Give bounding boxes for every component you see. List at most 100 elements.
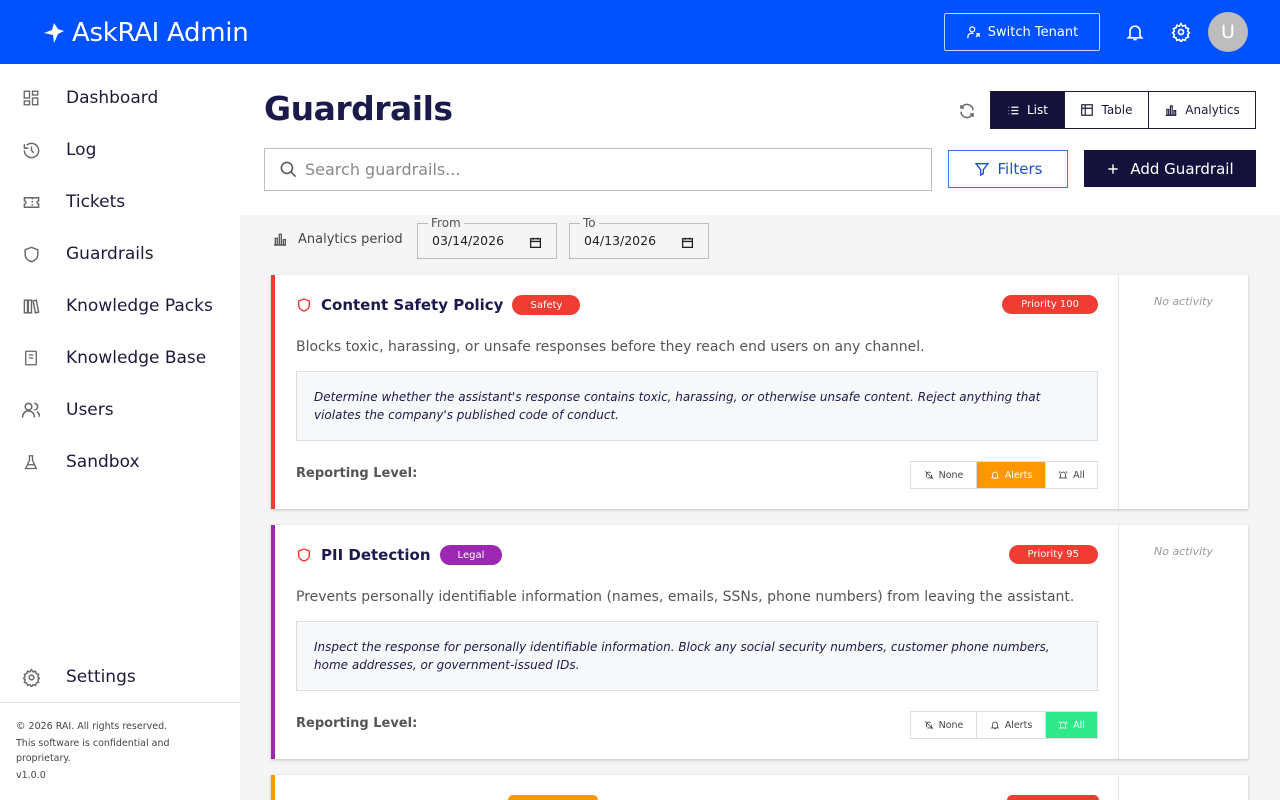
category-tag: Legal [439,545,503,565]
reporting-none-label: None [938,719,964,731]
reporting-none-button[interactable]: None [911,712,977,738]
users-icon [21,400,41,420]
sidebar-item-tickets[interactable]: Tickets [0,176,240,228]
refresh-icon [960,103,974,119]
calendar-icon[interactable] [681,234,694,253]
category-tag: Safety [512,295,581,315]
avatar[interactable]: U [1208,12,1248,52]
sidebar-item-guardrails[interactable]: Guardrails [0,228,240,280]
card-accent-bar [271,525,275,759]
card-divider [1118,775,1119,800]
category-tag [508,795,598,800]
sidebar-item-sandbox[interactable]: Sandbox [0,436,240,488]
sidebar-item-dashboard[interactable]: Dashboard [0,72,240,124]
priority-badge [1007,795,1099,800]
to-date-field[interactable]: To 04/13/2026 [569,216,709,259]
book-icon [21,348,41,368]
reporting-level-label: Reporting Level: [296,716,418,731]
card-divider [1118,525,1119,759]
bell-icon [1126,25,1144,41]
sidebar-divider [0,702,240,703]
shield-icon [297,548,311,562]
guardrail-prompt: Inspect the response for personally iden… [296,621,1098,691]
bell-off-icon [924,720,933,730]
view-analytics-button[interactable]: Analytics [1149,92,1255,128]
sidebar-item-knowledge-packs[interactable]: Knowledge Packs [0,280,240,332]
from-date-legend: From [428,216,464,230]
priority-badge: Priority 95 [1008,545,1098,564]
view-table-label: Table [1101,103,1133,117]
guardrail-name: PII Detection [321,546,431,564]
sidebar-item-settings[interactable]: Settings [0,651,240,703]
view-list-button[interactable]: List [991,92,1065,128]
dashboard-icon [21,88,41,108]
sidebar-item-label: Sandbox [66,452,140,472]
add-guardrail-button[interactable]: Add Guardrail [1084,150,1256,187]
switch-tenant-label: Switch Tenant [987,24,1079,40]
sidebar-footer: © 2026 RAI. All rights reserved. This so… [16,719,216,785]
reporting-alerts-button[interactable]: Alerts [977,712,1046,738]
sidebar-item-users[interactable]: Users [0,384,240,436]
reporting-level-toggle: None Alerts All [910,461,1098,489]
shield-icon [21,244,41,264]
card-accent-bar [271,275,275,509]
main-header [240,64,1280,215]
plus-icon [1108,163,1119,174]
from-date-value: 03/14/2026 [432,233,505,248]
search-input[interactable] [305,149,905,190]
sidebar-item-log[interactable]: Log [0,124,240,176]
sidebar-item-label: Settings [66,667,136,687]
view-table-button[interactable]: Table [1065,92,1149,128]
brand[interactable]: AskRAI Admin [42,18,249,48]
guardrail-card[interactable] [271,775,1248,800]
activity-status: No activity [1153,545,1213,558]
reporting-none-button[interactable]: None [911,462,977,488]
guardrail-name: Content Safety Policy [321,296,504,314]
card-divider [1118,275,1119,509]
bar-chart-icon [274,233,286,246]
priority-badge: Priority 100 [1002,295,1098,314]
refresh-button[interactable] [955,99,979,123]
confidential-notice: This software is confidential and propri… [16,738,170,764]
bell-ring-icon [1058,720,1068,729]
reporting-alerts-label: Alerts [1004,469,1033,481]
reporting-all-button[interactable]: All [1046,712,1097,738]
notifications-button[interactable] [1123,20,1147,44]
sidebar-item-label: Users [66,400,114,420]
view-list-label: List [1027,103,1048,117]
reporting-alerts-button[interactable]: Alerts [977,462,1046,488]
sidebar-item-label: Guardrails [66,244,154,264]
sidebar-item-knowledge-base[interactable]: Knowledge Base [0,332,240,384]
analytics-period-label: Analytics period [298,231,403,247]
calendar-icon[interactable] [529,234,542,253]
table-icon [1081,104,1094,116]
user-switch-icon [967,25,980,38]
list-icon [1008,106,1019,114]
guardrail-prompt: Determine whether the assistant's respon… [296,371,1098,441]
reporting-all-button[interactable]: All [1046,462,1097,488]
guardrail-description: Blocks toxic, harassing, or unsafe respo… [296,339,925,355]
guardrail-card[interactable]: PII Detection Legal Priority 95 Prevents… [271,525,1248,759]
history-icon [21,140,41,160]
filter-icon [974,163,989,177]
reporting-all-label: All [1073,469,1085,481]
sidebar-item-label: Knowledge Base [66,348,207,368]
filters-button[interactable]: Filters [948,150,1068,188]
view-toggle: List Table Analytics [990,91,1256,129]
from-date-field[interactable]: From 03/14/2026 [417,216,557,259]
search-bar [264,148,932,191]
guardrail-card[interactable]: Content Safety Policy Safety Priority 10… [271,275,1248,509]
sidebar-item-label: Knowledge Packs [66,296,213,316]
bell-icon [990,721,1000,730]
to-date-value: 04/13/2026 [584,233,657,248]
page-title: Guardrails [264,89,453,128]
sidebar-item-label: Tickets [66,192,126,212]
ticket-icon [21,192,41,212]
view-analytics-label: Analytics [1185,103,1240,117]
reporting-alerts-label: Alerts [1004,719,1033,731]
top-bar: AskRAI Admin Switch Tenant U [0,0,1280,64]
bell-off-icon [924,470,933,480]
settings-header-button[interactable] [1169,20,1193,44]
analytics-period: Analytics period [272,231,403,247]
switch-tenant-button[interactable]: Switch Tenant [944,13,1100,51]
